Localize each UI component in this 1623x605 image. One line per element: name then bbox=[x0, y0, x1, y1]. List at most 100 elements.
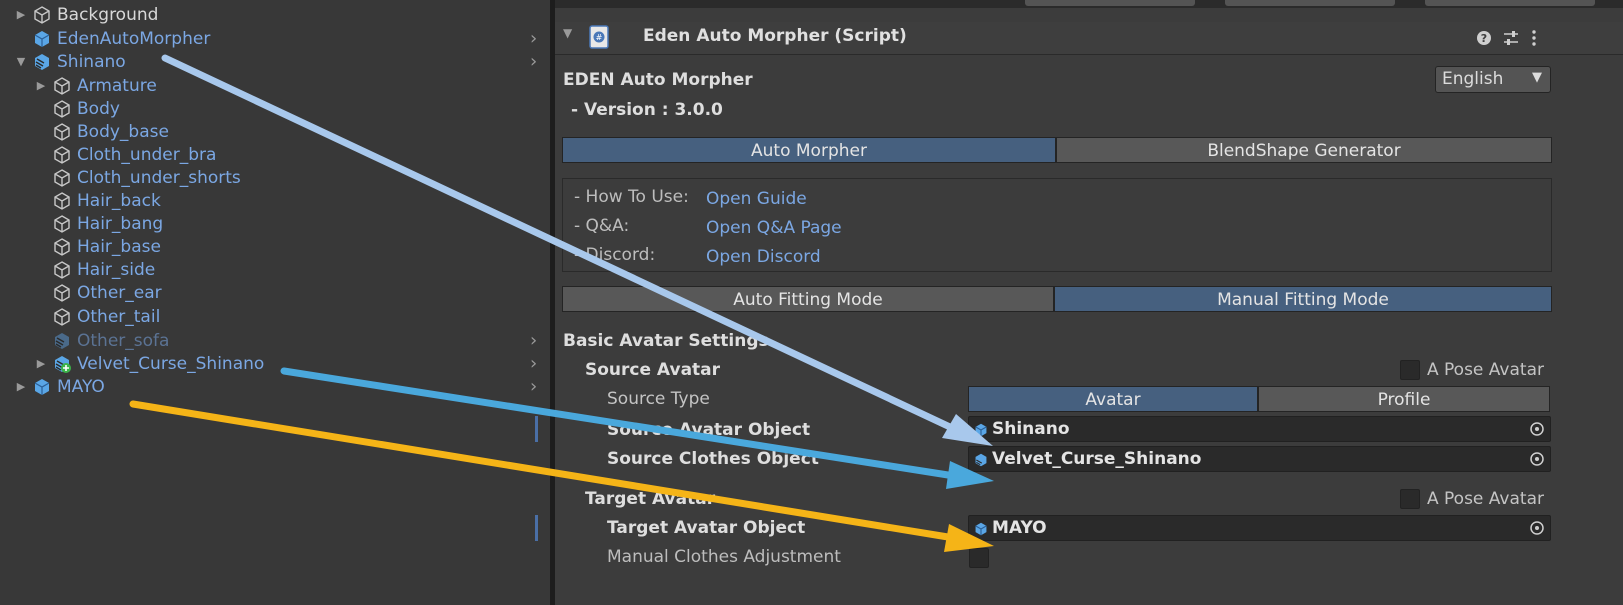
toolbar-button[interactable] bbox=[1025, 0, 1195, 6]
prefab-variant-icon bbox=[35, 54, 49, 70]
target-avatar-object-field[interactable]: MAYO bbox=[968, 515, 1551, 541]
source-type-profile[interactable]: Profile bbox=[1258, 386, 1550, 412]
hierarchy-row-body-base[interactable]: Body_base bbox=[0, 121, 550, 143]
cube-outline-icon bbox=[54, 169, 70, 187]
source-clothes-field[interactable]: Velvet_Curse_Shinano bbox=[968, 446, 1551, 472]
discord-label: - Discord: bbox=[574, 245, 656, 265]
hierarchy-row-body[interactable]: Body bbox=[0, 98, 550, 120]
hierarchy-label: EdenAutoMorpher bbox=[57, 29, 211, 49]
toolbar-button[interactable] bbox=[1425, 0, 1595, 6]
hierarchy-row-shinano[interactable]: ▼ Shinano › bbox=[0, 51, 550, 73]
source-avatar-heading: Source Avatar bbox=[585, 360, 721, 380]
source-a-pose-label: A Pose Avatar bbox=[1427, 360, 1544, 380]
hierarchy-row-hair-base[interactable]: Hair_base bbox=[0, 236, 550, 258]
open-qa-link[interactable]: Open Q&A Page bbox=[706, 218, 842, 238]
hierarchy-label: Body bbox=[77, 99, 120, 119]
hierarchy-row-other-ear[interactable]: Other_ear bbox=[0, 282, 550, 304]
component-title: Eden Auto Morpher (Script) bbox=[643, 26, 907, 46]
hierarchy-row-other-tail[interactable]: Other_tail bbox=[0, 306, 550, 328]
hierarchy-row-cloth-under-shorts[interactable]: Cloth_under_shorts bbox=[0, 167, 550, 189]
source-clothes-value: Velvet_Curse_Shinano bbox=[992, 449, 1202, 469]
hierarchy-label: Armature bbox=[77, 76, 157, 96]
cube-outline-icon bbox=[54, 284, 70, 302]
svg-text:#: # bbox=[596, 33, 603, 42]
expand-arrow-icon[interactable]: ▶ bbox=[14, 4, 28, 26]
cube-outline-icon bbox=[54, 192, 70, 210]
component-header[interactable]: ▼ # Eden Auto Morpher (Script) ? bbox=[555, 22, 1623, 55]
hierarchy-row-armature[interactable]: ▶ Armature bbox=[0, 75, 550, 97]
chevron-right-icon[interactable]: › bbox=[530, 51, 537, 73]
prefab-variant-icon bbox=[55, 333, 69, 349]
cube-outline-icon bbox=[54, 123, 70, 141]
target-avatar-heading: Target Avatar bbox=[585, 489, 716, 509]
target-a-pose-label: A Pose Avatar bbox=[1427, 489, 1544, 509]
cube-outline-icon bbox=[54, 100, 70, 118]
target-avatar-object-label: Target Avatar Object bbox=[607, 518, 806, 538]
prefab-cube-icon bbox=[975, 423, 987, 437]
foldout-arrow-icon[interactable]: ▼ bbox=[563, 26, 572, 40]
how-to-use-label: - How To Use: bbox=[574, 187, 689, 207]
hierarchy-row-velvet-curse-shinano[interactable]: ▶ Velvet_Curse_Shinano › bbox=[0, 353, 550, 375]
manual-clothes-checkbox[interactable] bbox=[969, 548, 989, 568]
chevron-right-icon[interactable]: › bbox=[530, 353, 537, 375]
tab-auto-morpher[interactable]: Auto Morpher bbox=[562, 137, 1056, 163]
open-guide-link[interactable]: Open Guide bbox=[706, 189, 807, 209]
source-a-pose-checkbox[interactable] bbox=[1400, 360, 1420, 380]
qa-label: - Q&A: bbox=[574, 216, 630, 236]
hierarchy-label: Shinano bbox=[57, 52, 126, 72]
hierarchy-row-hair-bang[interactable]: Hair_bang bbox=[0, 213, 550, 235]
hierarchy-label: Cloth_under_bra bbox=[77, 145, 217, 165]
manual-clothes-label: Manual Clothes Adjustment bbox=[607, 547, 841, 567]
hierarchy-row-mayo[interactable]: ▶ MAYO › bbox=[0, 376, 550, 398]
tab-manual-fitting-mode[interactable]: Manual Fitting Mode bbox=[1054, 286, 1552, 312]
source-avatar-object-field[interactable]: Shinano bbox=[968, 416, 1551, 442]
hierarchy-row-other-sofa[interactable]: Other_sofa › bbox=[0, 330, 550, 352]
help-icon[interactable]: ? bbox=[1475, 29, 1493, 47]
tab-blendshape-generator[interactable]: BlendShape Generator bbox=[1056, 137, 1552, 163]
chevron-down-icon: ▼ bbox=[1532, 70, 1542, 85]
hierarchy-row-hair-back[interactable]: Hair_back bbox=[0, 190, 550, 212]
cube-outline-icon bbox=[54, 238, 70, 256]
chevron-right-icon[interactable]: › bbox=[530, 28, 537, 50]
tab-auto-fitting-mode[interactable]: Auto Fitting Mode bbox=[562, 286, 1054, 312]
kebab-menu-icon[interactable] bbox=[1529, 29, 1539, 47]
cube-outline-icon bbox=[54, 308, 70, 326]
cube-outline-icon bbox=[34, 6, 50, 24]
toolbar-button[interactable] bbox=[1225, 0, 1395, 6]
hierarchy-row-hair-side[interactable]: Hair_side bbox=[0, 259, 550, 281]
language-value: English bbox=[1442, 69, 1504, 89]
object-picker-icon[interactable] bbox=[1529, 520, 1545, 536]
links-box: - How To Use: Open Guide - Q&A: Open Q&A… bbox=[562, 178, 1552, 272]
row-highlight-marker bbox=[535, 515, 538, 541]
language-dropdown[interactable]: English ▼ bbox=[1435, 66, 1551, 93]
target-a-pose-checkbox[interactable] bbox=[1400, 489, 1420, 509]
cube-outline-icon bbox=[54, 77, 70, 95]
app-name: EDEN Auto Morpher bbox=[563, 70, 753, 90]
expand-arrow-icon[interactable]: ▶ bbox=[34, 353, 48, 375]
top-toolbar bbox=[555, 0, 1623, 8]
collapse-arrow-icon[interactable]: ▼ bbox=[14, 51, 28, 73]
expand-arrow-icon[interactable]: ▶ bbox=[14, 376, 28, 398]
version-label: - Version : 3.0.0 bbox=[571, 100, 723, 120]
hierarchy-label: Other_ear bbox=[77, 283, 162, 303]
object-picker-icon[interactable] bbox=[1529, 421, 1545, 437]
prefab-variant-icon bbox=[975, 453, 987, 467]
svg-text:?: ? bbox=[1481, 32, 1487, 45]
chevron-right-icon[interactable]: › bbox=[530, 330, 537, 352]
open-discord-link[interactable]: Open Discord bbox=[706, 247, 821, 267]
expand-arrow-icon[interactable]: ▶ bbox=[34, 75, 48, 97]
hierarchy-row-background[interactable]: ▶ Background bbox=[0, 4, 550, 26]
hierarchy-panel: ▶ Background EdenAutoMorpher › ▼ Shinano… bbox=[0, 0, 550, 605]
hierarchy-row-cloth-under-bra[interactable]: Cloth_under_bra bbox=[0, 144, 550, 166]
hierarchy-label: Hair_back bbox=[77, 191, 161, 211]
hierarchy-label: Body_base bbox=[77, 122, 169, 142]
hierarchy-row-edenautomorpher[interactable]: EdenAutoMorpher › bbox=[0, 28, 550, 50]
hierarchy-label: Hair_bang bbox=[77, 214, 164, 234]
source-avatar-object-value: Shinano bbox=[992, 419, 1070, 439]
chevron-right-icon[interactable]: › bbox=[530, 376, 537, 398]
source-type-avatar[interactable]: Avatar bbox=[968, 386, 1258, 412]
row-highlight-marker bbox=[535, 416, 538, 442]
object-picker-icon[interactable] bbox=[1529, 451, 1545, 467]
script-icon: # bbox=[589, 25, 609, 49]
preset-icon[interactable] bbox=[1502, 29, 1520, 47]
